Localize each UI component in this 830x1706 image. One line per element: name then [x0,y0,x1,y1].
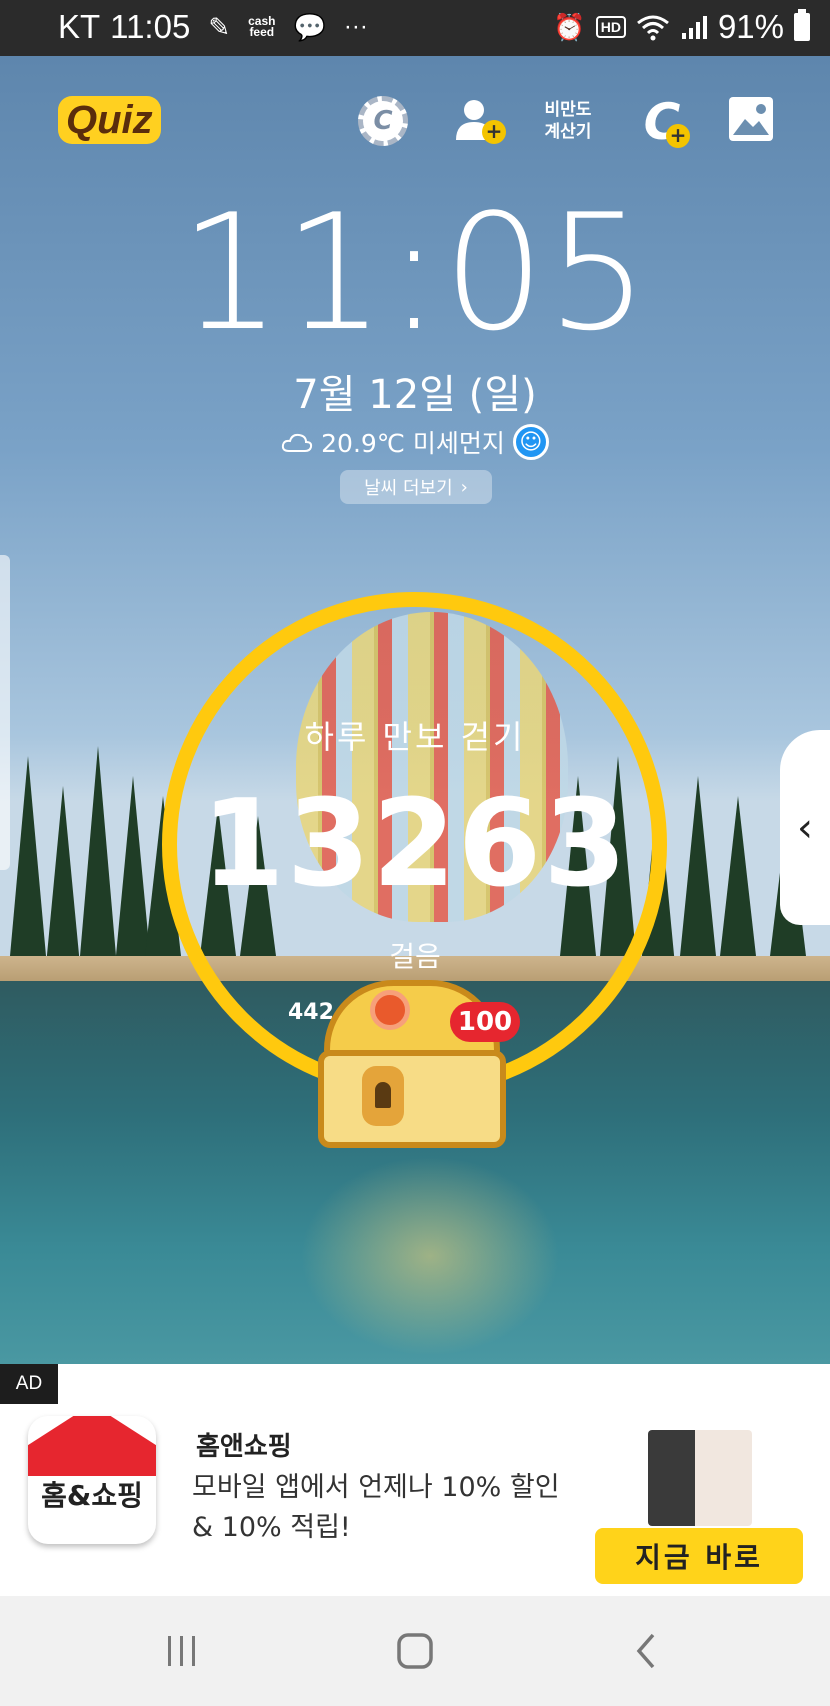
bmi-label-line1: 비만도 [544,100,592,120]
back-button[interactable] [617,1626,677,1676]
logo-text: 홈&쇼핑 [41,1479,143,1512]
smiley-icon: ☺ [512,424,549,460]
ad-cta-button[interactable]: 지금 바로 [595,1528,803,1584]
chest-body [318,1050,506,1148]
invite-friend-button[interactable]: + [450,92,510,152]
ad-tag: AD [0,1364,58,1404]
cashfeed-line2: feed [249,25,275,39]
status-left: KT 11:05 ✎ cash feed 💬 ··· [58,8,368,46]
ad-desc-line1: 모바일 앱에서 언제나 10% 할인 [192,1472,560,1503]
alarm-icon: ⏰ [553,11,586,42]
cloud-icon [282,433,313,452]
battery-icon [794,9,810,41]
home-button[interactable] [385,1626,445,1676]
bmi-calculator-button[interactable]: 비만도 계산기 [534,96,602,146]
more-weather-button[interactable]: 날씨 더보기 › [340,470,492,504]
plus-icon: + [482,120,506,144]
more-weather-label: 날씨 더보기 [364,478,453,499]
quiz-button[interactable]: Quiz [58,96,161,144]
navigation-bar [0,1596,830,1706]
add-coin-button[interactable]: C + [634,94,690,150]
step-count: 13263 [201,775,629,914]
ad-title: 홈앤쇼핑 [196,1432,292,1462]
lockscreen-date: 7월 12일 (일) [293,372,537,418]
hd-badge: HD [595,16,626,38]
step-unit: 걸음 [389,940,441,973]
reward-badge: 100 [450,1002,520,1042]
status-right: ⏰ HD 91% [553,8,810,46]
chat-icon: 💬 [293,11,326,42]
signal-icon [681,16,707,39]
feather-icon: ✎ [208,11,231,42]
ad-product-image [648,1430,752,1526]
bmi-label-line2: 계산기 [544,122,592,142]
chevron-right-icon: › [460,476,468,498]
carrier: KT [58,8,101,45]
recent-apps-icon [168,1636,195,1666]
status-time: 11:05 [110,8,191,45]
ad-desc-line2: & 10% 적립! [192,1512,351,1543]
image-icon [729,97,773,141]
cashwalk-coin-button[interactable]: C [355,93,411,149]
plus-icon: + [666,124,690,148]
wallpaper-button[interactable] [726,94,776,144]
status-bar: KT 11:05 ✎ cash feed 💬 ··· ⏰ HD 91% [0,0,830,56]
ad-banner[interactable]: AD 홈&쇼핑 홈앤쇼핑 모바일 앱에서 언제나 10% 할인 & 10% 적립… [0,1364,830,1596]
step-title: 하루 만보 걷기 [304,718,526,756]
wifi-icon [637,15,669,41]
coin-icon: C [358,96,408,146]
logo-roof [28,1416,156,1476]
back-icon [636,1633,655,1669]
cashfeed-icon: cash feed [248,15,275,39]
chest-gem [370,990,410,1030]
weather-text: 20.9℃ 미세먼지 [321,429,505,458]
home-icon [397,1633,433,1669]
weather-row: 20.9℃ 미세먼지 ☺ [0,424,830,460]
balloon-reflection [300,1156,560,1356]
homeshopping-logo: 홈&쇼핑 [28,1416,156,1544]
keyhole-icon [362,1066,404,1126]
lockscreen-clock: 11:05 [179,179,651,366]
recent-apps-button[interactable] [152,1626,212,1676]
ad-description: 모바일 앱에서 언제나 10% 할인 & 10% 적립! [192,1468,572,1548]
more-notifications-icon: ··· [343,13,368,40]
battery-percent: 91% [717,8,784,45]
